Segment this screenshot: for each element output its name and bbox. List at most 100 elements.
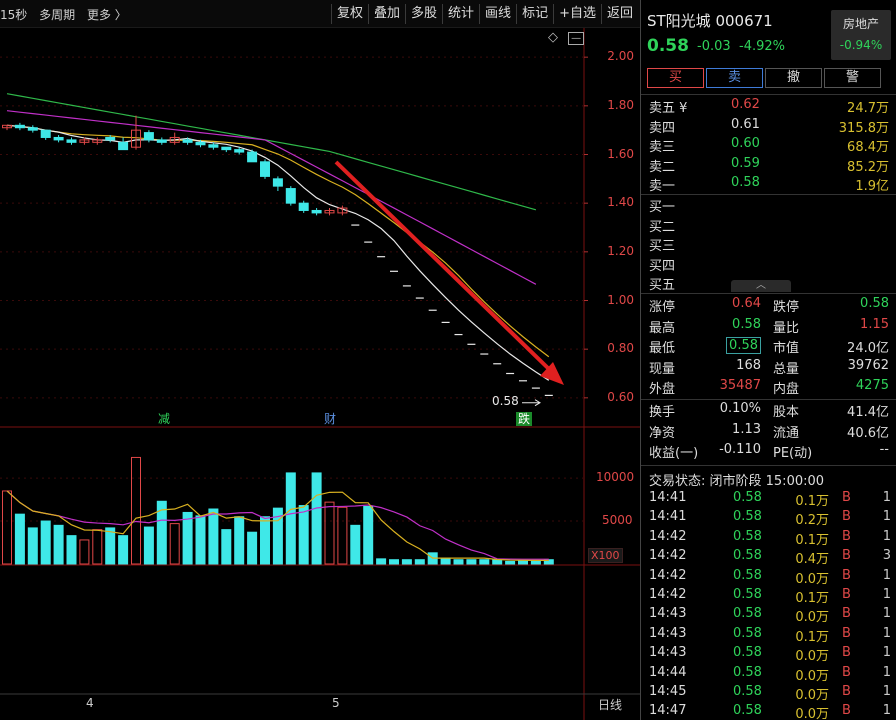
tick-price: 0.58 (733, 645, 762, 661)
volume-bar (131, 456, 141, 565)
ma5-line (6, 124, 550, 381)
tick-list[interactable]: 14:41 0.58 0.1万 B 1 14:41 0.58 0.2万 B 1 14:42 0.58 0… (641, 490, 896, 720)
ask-price: 0.62 (731, 97, 760, 112)
tick-time: 14:43 (649, 625, 687, 641)
ask-row[interactable]: 卖二 0.59 85.2万 (641, 156, 896, 176)
bid-row[interactable]: 买一 (641, 196, 896, 216)
volume-bar (79, 539, 90, 565)
minimize-icon[interactable]: — (568, 32, 585, 45)
volume-bar (518, 560, 528, 565)
diamond-icon[interactable]: ◇ (548, 30, 558, 45)
tick-side: B (842, 490, 851, 505)
volume-bar (337, 506, 348, 565)
sell-button[interactable]: 卖 (706, 68, 763, 88)
ask-row[interactable]: 卖一 0.58 1.9亿 (641, 175, 896, 195)
vol-tick-label: 5000 (602, 513, 633, 528)
candle-body (311, 209, 322, 214)
stock-code: 000671 (715, 12, 773, 30)
x-label-5: 5 (332, 696, 340, 710)
tick-count: 1 (882, 567, 891, 583)
event-marker[interactable]: 跌 (516, 412, 532, 426)
add-watchlist-button[interactable]: +自选 (553, 4, 601, 24)
candle-body (66, 139, 77, 143)
multi-period-tab[interactable]: 多周期 (39, 8, 75, 22)
bid-label: 买四 (649, 258, 676, 274)
tick-count: 1 (882, 645, 891, 661)
tick-volume: 0.1万 (795, 590, 829, 606)
tick-row: 14:43 0.58 0.0万 B 1 (641, 645, 896, 664)
tick-price: 0.58 (733, 664, 762, 680)
stat-key: 最低 (649, 341, 676, 356)
collapse-icon[interactable]: ︿ (731, 280, 791, 292)
ask-row[interactable]: 卖五 ¥ 0.62 24.7万 (641, 97, 896, 117)
tick-volume: 0.0万 (795, 610, 829, 626)
stat-value: 168 (736, 357, 761, 373)
chart-canvas: 0.58 (0, 28, 640, 720)
tick-price: 0.58 (733, 490, 762, 505)
bid-label: 买一 (649, 200, 676, 215)
tick-side: B (842, 625, 851, 641)
volume-bar (479, 559, 490, 565)
tick-price: 0.58 (733, 528, 762, 544)
sector-badge[interactable]: 房地产 -0.94% (831, 10, 891, 60)
multi-stock-button[interactable]: 多股 (405, 4, 442, 24)
divider (641, 399, 896, 400)
volume-bar (27, 527, 38, 565)
candle-body (40, 129, 51, 138)
period-label: 日线 (598, 698, 623, 712)
ask-label: 卖一 (649, 179, 676, 194)
tick-volume: 0.2万 (795, 513, 829, 529)
stat-key: 净资 (649, 425, 676, 441)
cancel-order-button[interactable]: 撤 (765, 68, 822, 88)
candle-body (260, 161, 270, 177)
period-15s-tab[interactable]: 15秒 (0, 8, 27, 22)
bid-row[interactable]: 买三 (641, 235, 896, 255)
volume-bar (311, 472, 322, 565)
tick-time: 14:42 (649, 567, 687, 583)
tick-side: B (842, 528, 851, 544)
tick-price: 0.58 (733, 509, 762, 525)
kline-chart[interactable]: 0.58 ◇ — 2.00 1.80 1.60 1.40 1.20 1.00 0.80 0.6… (0, 28, 640, 720)
tick-price: 0.58 (733, 683, 762, 699)
ask-row[interactable]: 卖三 0.60 68.4万 (641, 136, 896, 156)
stat-value: 24.0亿 (847, 341, 889, 356)
volume-bar (530, 560, 541, 565)
tick-count: 1 (882, 490, 891, 505)
divider (641, 465, 896, 466)
bid-row[interactable]: 买二 (641, 216, 896, 236)
tick-side: B (842, 567, 851, 583)
tick-count: 1 (882, 664, 891, 680)
tick-count: 1 (882, 625, 891, 641)
tick-time: 14:45 (649, 683, 687, 699)
stat-value: 1.13 (732, 421, 761, 437)
tick-volume: 0.1万 (795, 629, 829, 645)
draw-button[interactable]: 画线 (479, 4, 516, 24)
overlay-button[interactable]: 叠加 (368, 4, 405, 24)
event-marker[interactable]: 减 (156, 412, 172, 426)
quote-stats: 涨停 0.64 跌停 0.58 最高 0.58 量比 1.15 最低 0.58 市值 24.0亿 现量 1… (641, 296, 896, 399)
volume-bar (324, 501, 335, 565)
candle-body (27, 127, 38, 131)
mark-button[interactable]: 标记 (516, 4, 553, 24)
back-button[interactable]: 返回 (600, 4, 638, 24)
ask-row[interactable]: 卖四 0.61 315.8万 (641, 117, 896, 137)
y-tick-label: 0.60 (607, 389, 634, 404)
buy-button[interactable]: 买 (647, 68, 704, 88)
tick-time: 14:41 (649, 490, 687, 505)
tick-row: 14:42 0.58 0.1万 B 1 (641, 587, 896, 606)
alert-button[interactable]: 警 (824, 68, 881, 88)
stat-row: 涨停 0.64 跌停 0.58 (641, 296, 896, 317)
bid-row[interactable]: 买四 (641, 255, 896, 275)
stats-button[interactable]: 统计 (442, 4, 479, 24)
ma10-line (6, 124, 550, 358)
volume-bar (40, 520, 51, 565)
bid-label: 买五 (649, 278, 676, 293)
trading-status: 交易状态: 闭市阶段 15:00:00 (649, 474, 825, 489)
tick-side: B (842, 683, 851, 699)
x-label-4: 4 (86, 696, 94, 710)
restore-button[interactable]: 复权 (330, 4, 368, 24)
more-menu[interactable]: 更多 〉 (87, 8, 127, 22)
candle-body (272, 178, 283, 187)
tick-side: B (842, 548, 851, 564)
event-marker[interactable]: 财 (322, 412, 338, 426)
